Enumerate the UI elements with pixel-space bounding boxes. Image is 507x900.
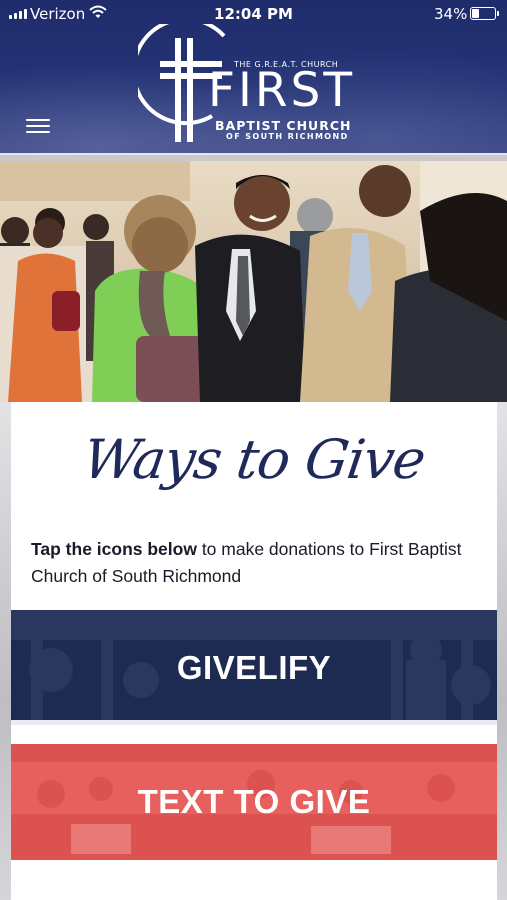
church-logo[interactable]: THE G.R.E.A.T. CHURCH FIRST BAPTIST CHUR… xyxy=(138,24,370,144)
text-to-give-label: TEXT TO GIVE xyxy=(137,783,371,820)
battery-percent: 34% xyxy=(434,5,468,23)
logo-name: FIRST xyxy=(208,63,356,118)
hamburger-menu-icon[interactable] xyxy=(26,119,50,135)
logo-location: OF SOUTH RICHMOND xyxy=(226,132,349,141)
givelify-label: GIVELIFY xyxy=(176,648,332,686)
battery-icon xyxy=(470,7,499,20)
status-time: 12:04 PM xyxy=(214,5,293,23)
hero-photo xyxy=(0,161,507,402)
app-header: Verizon 12:04 PM 34% THE G.R.E.A.T. CHUR… xyxy=(0,0,507,155)
givelify-button[interactable]: GIVELIFY xyxy=(11,610,497,725)
ways-to-give-card: Ways to Give Tap the icons below to make… xyxy=(11,402,497,900)
intro-text: Tap the icons below to make donations to… xyxy=(31,536,471,590)
text-to-give-button[interactable]: TEXT TO GIVE xyxy=(11,744,497,860)
page-title: Ways to Give xyxy=(79,428,429,491)
intro-bold: Tap the icons below xyxy=(31,539,197,559)
right-gutter xyxy=(497,402,507,900)
logo-subtitle: BAPTIST CHURCH xyxy=(215,118,352,133)
battery-fill xyxy=(472,9,479,18)
